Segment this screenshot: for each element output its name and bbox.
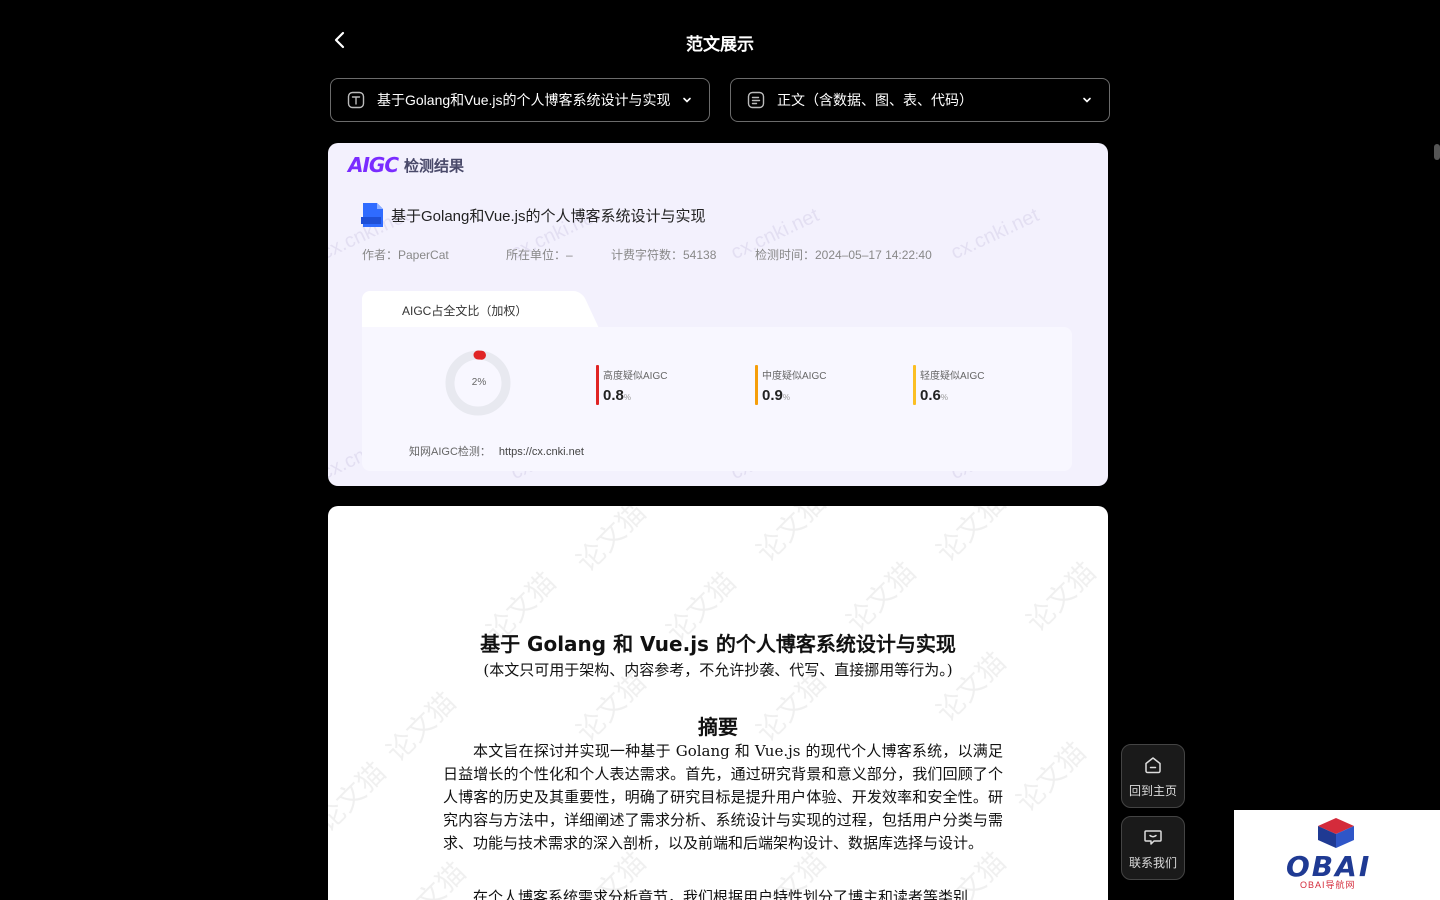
meta-author: 作者：PaperCat — [362, 248, 449, 262]
document-title: 基于Golang和Vue.js的个人博客系统设计与实现 — [391, 207, 706, 225]
cnki-url[interactable]: https://cx.cnki.net — [499, 446, 584, 458]
section-select[interactable]: 正文（含数据、图、表、代码） — [730, 78, 1110, 122]
abstract-heading: 摘要 — [698, 715, 738, 739]
watermark: cx.cnki.net — [947, 204, 1043, 264]
watermark: 论文猫 — [749, 506, 833, 569]
page-title: 范文展示 — [686, 35, 754, 54]
watermark: 论文猫 — [1009, 735, 1093, 819]
document-icon — [747, 91, 765, 109]
metric-label: 中度疑似AIGC — [762, 371, 827, 382]
result-header: AIGC 检测结果 — [348, 153, 464, 177]
metric-value: 0.9% — [762, 387, 790, 404]
docx-file-icon — [361, 203, 383, 227]
cnki-link-line: 知网AIGC检测： https://cx.cnki.net — [409, 443, 584, 459]
meta-check-time: 检测时间：2024–05–17 14:22:40 — [755, 248, 932, 262]
watermark: 论文猫 — [328, 755, 393, 839]
contact-button-label: 联系我们 — [1128, 855, 1177, 870]
brand-subtitle: OBAI导航网 — [1300, 880, 1356, 890]
aigc-ratio-percent: 2% — [471, 377, 487, 388]
chat-icon — [1144, 829, 1162, 845]
paper-preview-card: 论文猫 论文猫 论文猫 论文猫 论文猫 论文猫 论文猫 论文猫 论文猫 论文猫 … — [328, 506, 1108, 900]
paper-title-select[interactable]: 基于Golang和Vue.js的个人博客系统设计与实现 — [330, 78, 710, 122]
aigc-result-card: cx.cnki.net cx.cnki.net cx.cnki.net cx.c… — [328, 143, 1108, 486]
cnki-label: 知网AIGC检测： — [409, 446, 491, 458]
metric-value: 0.8% — [603, 387, 631, 404]
paper-disclaimer: (本文只可用于架构、内容参考，不允许抄袭、代写、直接挪用等行为。) — [483, 661, 953, 679]
aigc-logo: AIGC — [348, 153, 399, 177]
metric-bar — [755, 365, 758, 405]
metric-label: 轻度疑似AIGC — [920, 371, 985, 382]
brand-logo: OBAI OBAI导航网 — [1234, 810, 1440, 900]
meta-char-count: 计费字符数：54138 — [611, 248, 717, 262]
home-button[interactable]: 回到主页 — [1121, 744, 1185, 808]
metric-bar — [596, 365, 599, 405]
tab-label: AIGC占全文比（加权） — [402, 304, 528, 318]
document-row: 基于Golang和Vue.js的个人博客系统设计与实现 — [361, 201, 706, 229]
contact-button[interactable]: 联系我们 — [1121, 816, 1185, 880]
chevron-down-icon — [1083, 97, 1091, 103]
metric-label: 高度疑似AIGC — [603, 371, 668, 382]
metric-value: 0.6% — [920, 387, 948, 404]
abstract-body: 本文旨在探讨并实现一种基于 Golang 和 Vue.js 的现代个人博客系统，… — [443, 742, 1003, 852]
abstract-next-paragraph: 在个人博客系统需求分析章节，我们根据用户特性划分了博主和读者等类别 — [473, 888, 969, 900]
home-button-label: 回到主页 — [1128, 783, 1177, 798]
metric-low: 轻度疑似AIGC 0.6% — [913, 365, 984, 405]
home-icon — [1145, 756, 1161, 773]
watermark: 论文猫 — [569, 506, 653, 579]
text-icon — [347, 91, 365, 109]
section-select-value: 正文（含数据、图、表、代码） — [777, 92, 973, 108]
chevron-down-icon — [683, 97, 691, 103]
scrollbar-thumb[interactable] — [1434, 144, 1440, 160]
metric-high: 高度疑似AIGC 0.8% — [596, 365, 667, 405]
watermark: 论文猫 — [839, 555, 923, 639]
tab-aigc-ratio[interactable]: AIGC占全文比（加权） — [362, 291, 572, 327]
paper-title-select-value: 基于Golang和Vue.js的个人博客系统设计与实现 — [377, 92, 671, 108]
meta-unit: 所在单位：– — [506, 248, 573, 262]
metric-medium: 中度疑似AIGC 0.9% — [755, 365, 826, 405]
top-bar: 范文展示 — [0, 0, 1440, 80]
watermark: 论文猫 — [1019, 555, 1103, 639]
paper-title: 基于 Golang 和 Vue.js 的个人博客系统设计与实现 — [480, 632, 956, 656]
result-heading: 检测结果 — [404, 157, 465, 175]
metric-bar — [913, 365, 916, 405]
cube-logo-icon — [1318, 818, 1354, 848]
watermark: 论文猫 — [929, 506, 1013, 569]
